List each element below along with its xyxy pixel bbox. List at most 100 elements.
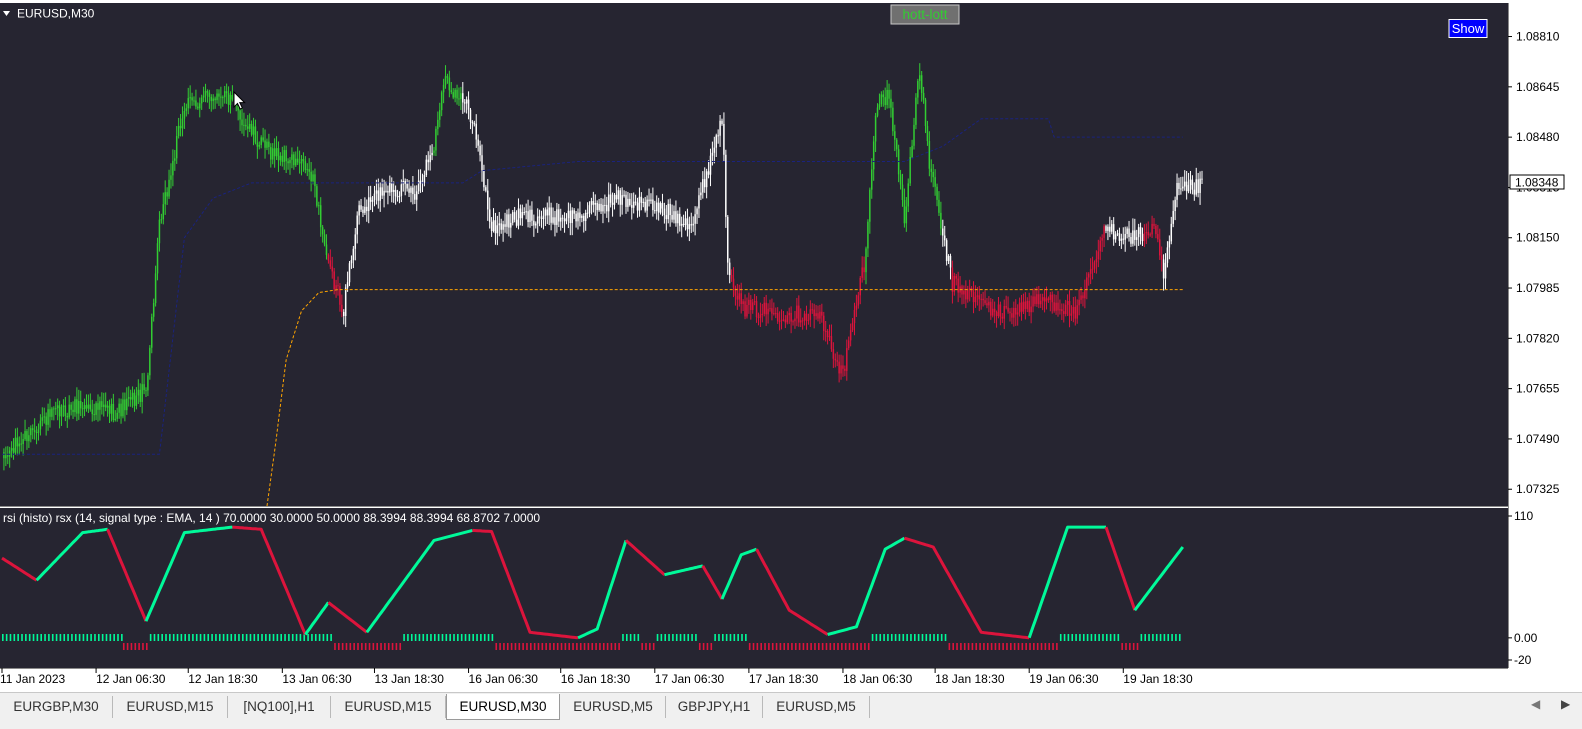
- histo-bar-up: [660, 634, 663, 641]
- candle-body: [1097, 251, 1100, 260]
- candle-body: [51, 408, 53, 417]
- candle-body: [803, 313, 806, 321]
- tab-nq100-h1[interactable]: [NQ100],H1: [228, 696, 331, 718]
- candle-body: [319, 205, 322, 228]
- candle-body: [462, 93, 464, 103]
- candle-body: [680, 223, 683, 226]
- tab-gbpjpy-h1[interactable]: GBPJPY,H1: [666, 696, 763, 718]
- candle-body: [64, 405, 67, 416]
- candle-body: [268, 141, 270, 148]
- tab-eurusd-m15[interactable]: EURUSD,M15: [113, 696, 228, 718]
- histo-bar-up: [875, 634, 878, 641]
- candle-body: [189, 97, 191, 99]
- candle-body: [371, 199, 374, 202]
- tab-eurusd-m5-2[interactable]: EURUSD,M5: [763, 696, 870, 718]
- histo-bar-down: [1025, 643, 1027, 650]
- candle-body: [784, 319, 787, 323]
- tab-eurusd-m15-2[interactable]: EURUSD,M15: [331, 696, 446, 718]
- histo-bar-down: [821, 643, 824, 650]
- histo-bar-up: [637, 634, 640, 641]
- candle-body: [1193, 189, 1196, 195]
- chevron-left-icon[interactable]: ◀: [1531, 697, 1540, 711]
- histo-bar-up: [311, 634, 313, 641]
- candle-body: [158, 219, 161, 244]
- candle-body: [968, 287, 971, 290]
- candle-body: [792, 321, 794, 323]
- indicator-tick-label: 110: [1514, 509, 1533, 523]
- candle-body: [414, 194, 416, 200]
- candle-body: [477, 139, 479, 146]
- chart-window[interactable]: 1.088101.086451.084801.083151.081501.079…: [0, 0, 1582, 692]
- histo-bar-down: [783, 643, 786, 650]
- candle-body: [1039, 300, 1042, 305]
- histo-bar-down: [361, 643, 363, 650]
- histo-bar-up: [40, 634, 42, 641]
- candle-body: [1105, 226, 1107, 231]
- time-tick-label: 12 Jan 06:30: [96, 672, 166, 686]
- candle-body: [828, 336, 831, 338]
- candle-body: [974, 296, 977, 303]
- candle-body: [922, 92, 925, 100]
- candle-body: [174, 158, 176, 161]
- candle-body: [1130, 236, 1132, 244]
- tab-eurusd-m30[interactable]: EURUSD,M30: [446, 694, 560, 720]
- candle-body: [1118, 233, 1121, 241]
- main-chart-area[interactable]: [0, 3, 1508, 506]
- candle-body: [296, 158, 299, 163]
- histo-bar-up: [633, 634, 636, 641]
- tab-eurgbp-m30[interactable]: EURGBP,M30: [0, 696, 113, 718]
- histo-bar-down: [126, 643, 129, 650]
- candle-body: [517, 208, 520, 226]
- candle-body: [137, 389, 140, 396]
- candle-body: [819, 311, 821, 319]
- candle-body: [248, 123, 251, 129]
- candle-body: [1036, 294, 1038, 304]
- show-button-label: Show: [1452, 21, 1485, 36]
- candle-body: [700, 192, 702, 196]
- candle-body: [354, 234, 357, 249]
- candle-body: [592, 201, 595, 205]
- candle-body: [151, 316, 153, 348]
- candle-body: [984, 300, 986, 304]
- candle-body: [519, 208, 522, 219]
- candle-body: [496, 225, 499, 234]
- candle-body: [915, 97, 917, 125]
- histo-bar-up: [914, 634, 916, 641]
- candle-body: [798, 305, 800, 323]
- candle-body: [152, 303, 155, 317]
- chevron-right-icon[interactable]: ▶: [1561, 697, 1570, 711]
- candle-body: [715, 135, 717, 148]
- candle-body: [358, 205, 360, 216]
- candle-body: [884, 97, 886, 106]
- candle-body: [748, 299, 750, 305]
- candle-body: [625, 194, 627, 207]
- candle-body: [938, 199, 940, 213]
- candle-body: [293, 154, 295, 166]
- candle-body: [179, 125, 182, 129]
- candle-body: [1134, 230, 1136, 240]
- candle-body: [460, 93, 462, 100]
- candle-body: [991, 308, 994, 316]
- candle-body: [212, 98, 214, 102]
- histo-bar-up: [1102, 634, 1104, 641]
- candle-body: [339, 286, 341, 305]
- candle-body: [945, 240, 948, 261]
- candle-body: [1057, 302, 1059, 311]
- tab-eurusd-m5[interactable]: EURUSD,M5: [561, 696, 666, 718]
- candle-body: [675, 211, 677, 224]
- candle-body: [575, 213, 577, 222]
- candle-body: [444, 76, 447, 85]
- candle-body: [607, 194, 610, 212]
- histo-bar-down: [549, 643, 551, 650]
- candle-body: [8, 450, 11, 457]
- candle-body: [471, 121, 474, 124]
- candle-body: [924, 99, 927, 126]
- histo-bar-down: [553, 643, 555, 650]
- histo-bar-down: [1017, 643, 1020, 650]
- histo-bar-up: [1090, 634, 1093, 641]
- candle-body: [853, 309, 856, 324]
- candle-body: [703, 179, 706, 188]
- candle-body: [567, 210, 570, 219]
- candle-body: [523, 212, 525, 214]
- histo-bar-up: [879, 634, 882, 641]
